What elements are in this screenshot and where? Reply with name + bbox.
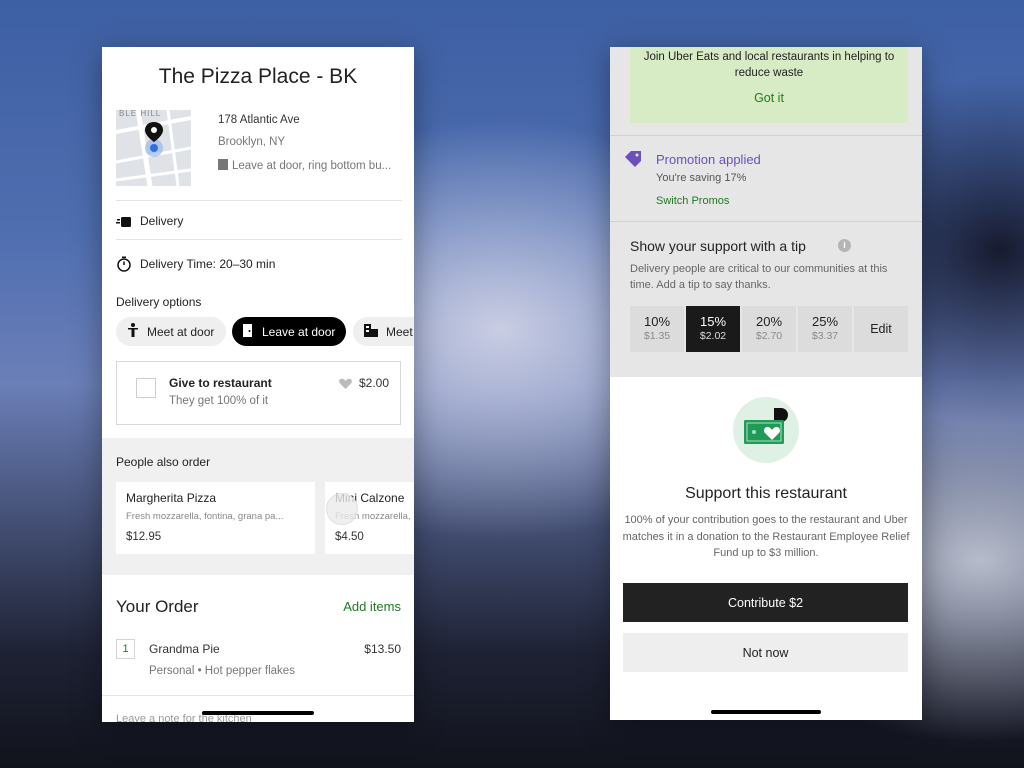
address-line-2: Brooklyn, NY [218,136,286,148]
tip-percent: 15% [699,314,727,329]
sheet-title: Support this restaurant [685,485,847,502]
promo-title: Promotion applied [656,152,761,167]
order-item-name: Grandma Pie [149,642,220,656]
banner-text: Join Uber Eats and local restaurants in … [643,51,895,79]
support-restaurant-sheet: Support this restaurant 100% of your con… [610,377,922,720]
scroll-indicator [326,493,358,525]
tip-option-10[interactable]: 10% $1.35 [630,306,684,352]
tip-amount: $1.35 [643,330,671,342]
promo-subtitle: You're saving 17% [656,172,747,184]
item-name: Margherita Pizza [126,491,217,505]
person-icon [127,323,139,340]
add-items-link[interactable]: Add items [343,599,401,614]
tip-percent: 20% [755,314,783,329]
item-description: Fresh mozzarella, fontina, grana pa... [126,511,284,522]
sheet-description: 100% of your contribution goes to the re… [622,514,910,559]
tip-edit-button[interactable]: Edit [854,306,908,352]
tip-amount: $2.70 [755,330,783,342]
option-label: Leave at door [262,324,336,339]
address-note-text: Leave at door, ring bottom bu... [232,160,392,172]
tip-option-15[interactable]: 15% $2.02 [686,306,740,352]
divider [610,135,922,136]
order-item-options: Personal • Hot pepper flakes [149,665,295,677]
divider [116,200,402,201]
stopwatch-icon [116,256,132,272]
delivery-time: Delivery Time: 20–30 min [140,257,276,271]
info-icon[interactable]: i [838,239,851,252]
building-icon [364,323,378,340]
tip-amount: $2.02 [699,330,727,342]
give-title: Give to restaurant [169,376,272,390]
tip-percent: 25% [811,314,839,329]
support-screen: Join Uber Eats and local restaurants in … [610,47,922,720]
tip-percent: 10% [643,314,671,329]
address-note[interactable]: Leave at door, ring bottom bu... [218,159,391,172]
order-item-price: $13.50 [364,642,401,656]
give-subtitle: They get 100% of it [169,395,269,407]
delivery-mode-label[interactable]: Delivery [140,214,183,228]
delivery-options-label: Delivery options [116,295,202,309]
option-meet-outside[interactable]: Meet [353,317,414,346]
option-leave-at-door[interactable]: Leave at door [232,317,346,346]
tip-option-25[interactable]: 25% $3.37 [798,306,852,352]
promo-tag-icon [625,151,643,172]
home-indicator [711,710,821,714]
tip-amount: $3.37 [811,330,839,342]
switch-promos-link[interactable]: Switch Promos [656,195,729,207]
map-thumbnail[interactable]: BLE HILL [116,110,191,186]
divider [610,221,922,222]
option-meet-at-door[interactable]: Meet at door [116,317,226,346]
your-order-title: Your Order [116,597,199,616]
waste-banner: Join Uber Eats and local restaurants in … [630,47,908,123]
checkout-screen: The Pizza Place - BK BLE HILL 178 Atlant… [102,47,414,722]
give-checkbox[interactable] [136,378,156,398]
option-label: Meet [386,324,413,339]
tip-description: Delivery people are critical to our comm… [630,263,888,291]
tip-title: Show your support with a tip [630,238,806,254]
divider [116,239,402,240]
location-pin-icon [143,120,165,165]
item-price: $12.95 [126,531,162,543]
give-to-restaurant-card[interactable]: Give to restaurant They get 100% of it $… [116,361,401,425]
money-heart-icon [732,396,800,469]
divider [102,695,414,696]
door-icon [243,323,254,340]
item-price: $4.50 [335,531,364,543]
give-price: $2.00 [359,376,390,390]
order-quantity[interactable]: 1 [116,639,135,659]
option-label: Meet at door [147,324,215,339]
map-label: BLE HILL [119,110,162,118]
not-now-button[interactable]: Not now [623,633,908,672]
delivery-bag-icon [116,213,132,229]
door-icon [218,159,228,170]
suggested-item[interactable]: Margherita Pizza Fresh mozzarella, fonti… [116,482,315,554]
people-also-order-label: People also order [116,455,211,469]
store-title: The Pizza Place - BK [158,65,358,88]
heart-icon [339,377,352,395]
got-it-button[interactable]: Got it [630,91,908,105]
home-indicator [202,711,314,715]
address-line-1: 178 Atlantic Ave [218,114,300,126]
contribute-button[interactable]: Contribute $2 [623,583,908,622]
tip-option-20[interactable]: 20% $2.70 [742,306,796,352]
